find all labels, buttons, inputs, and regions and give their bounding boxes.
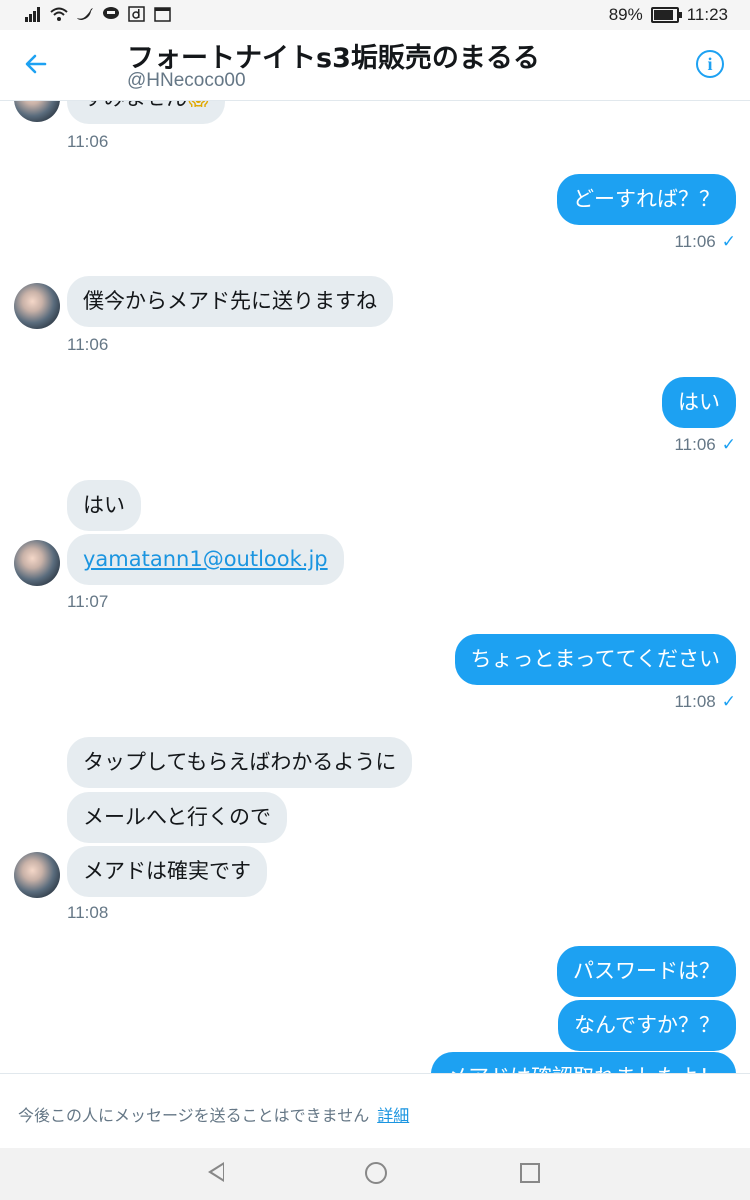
battery-percent: 89% [608,5,643,24]
check-icon: ✓ [721,692,736,711]
message-received[interactable]: メアドは確実です [67,846,267,897]
message-timestamp: 11:06 [67,132,109,151]
message-received[interactable]: タップしてもらえばわかるように [67,737,413,788]
nav-recents-icon[interactable] [520,1163,540,1183]
dm-disabled-notice: 今後この人にメッセージを送ることはできません 詳細 [0,1073,750,1149]
message-timestamp: 11:08 ✓ [674,692,736,711]
check-icon: ✓ [721,435,736,454]
message-timestamp: 11:08 [67,903,109,922]
message-timestamp: 11:06 ✓ [674,435,736,454]
line-app-icon [103,7,119,19]
message-sent[interactable]: どーすれば？？ [557,174,736,225]
wifi-icon [50,7,68,21]
avatar [14,101,60,122]
back-button[interactable] [24,42,64,86]
status-bar: 89% 11:23 [0,0,750,30]
user-handle: @HNecoco00 [127,70,246,91]
avatar [14,283,60,329]
system-nav-bar [0,1148,750,1200]
conversation-header: フォートナイトs3垢販売のまるる @HNecoco00 i [0,30,750,101]
arrow-left-icon [25,54,47,74]
d-app-icon [128,6,145,22]
message-timestamp: 11:06 [67,335,109,354]
message-received[interactable]: yamatann1@outlook.jp [67,534,344,585]
nav-home-icon[interactable] [365,1162,387,1184]
info-icon: i [707,54,713,74]
clock: 11:23 [686,5,728,24]
message-sent[interactable]: パスワードは？ [557,946,736,997]
check-icon: ✓ [721,232,736,251]
message-received[interactable]: はい [67,480,141,531]
message-timestamp: 11:06 ✓ [674,232,736,251]
email-link[interactable]: yamatann1@outlook.jp [83,547,328,571]
message-sent[interactable]: はい [662,377,736,428]
message-received[interactable]: すみません😱 [67,101,226,124]
crying-emoji-icon: 😱 [187,101,209,110]
avatar [14,852,60,898]
message-received[interactable]: 僕今からメアド先に送りますね [67,276,393,327]
details-link[interactable]: 詳細 [377,1106,409,1125]
notice-text: 今後この人にメッセージを送ることはできません 詳細 [18,1106,410,1125]
twitter-bird-icon [77,8,93,20]
message-sent[interactable]: メアドは確認取れましたよ！ [431,1052,736,1073]
info-button[interactable]: i [696,50,724,78]
status-icons-right: 89% 11:23 [609,5,728,25]
nav-back-icon-inner [212,1165,223,1179]
status-icons-left [24,6,172,22]
calendar-icon [154,7,171,22]
signal-icon [25,7,40,22]
message-sent[interactable]: ちょっとまっててください [454,634,736,685]
battery-icon [650,7,682,23]
message-list[interactable]: すみません😱 11:06 どーすれば？？ 11:06✓ 僕今からメアド先に送りま… [0,101,750,1073]
message-received[interactable]: メールへと行くので [67,792,287,843]
avatar [14,540,60,586]
message-sent[interactable]: なんですか？？ [558,1000,736,1051]
message-timestamp: 11:07 [67,592,109,611]
